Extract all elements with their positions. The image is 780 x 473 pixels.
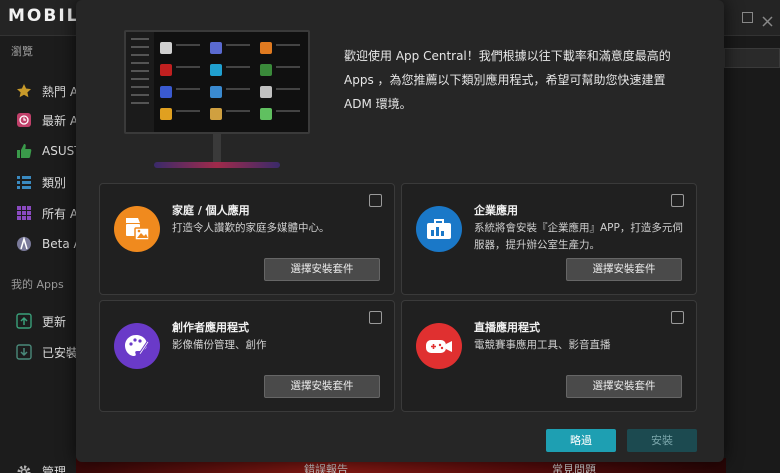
skip-button[interactable]: 略過 [546,429,616,452]
sidebar-item-label: 所有 A [42,206,78,221]
sidebar-item-all-apps[interactable]: 所有 A [16,202,78,224]
card-description: 電競賽事應用工具、影音直播 [474,339,611,351]
card-description: 打造令人讚歎的家庭多媒體中心。 [172,222,330,234]
select-packages-button[interactable]: 選擇安裝套件 [264,375,380,398]
sidebar-item-newest[interactable]: 最新 A [16,109,78,131]
sidebar-item-label: 熱門 A [42,84,78,99]
sidebar-item-label: ASUST [42,144,78,158]
sidebar-footer-label: 管理 [42,465,67,473]
list-icon [17,176,31,189]
briefcase-icon [416,206,462,252]
category-card-creator[interactable]: 創作者應用程式 影像備份管理、創作 選擇安裝套件 [99,300,395,412]
grid-icon [17,206,31,220]
sidebar-item-label: Beta A [42,237,78,251]
beta-icon [17,236,31,251]
card-checkbox[interactable] [369,311,382,324]
card-description: 影像備份管理、創作 [172,339,267,351]
gamepad-icon [416,323,462,369]
card-checkbox[interactable] [369,194,382,207]
gear-icon [17,465,31,473]
hero-monitor-illustration [124,30,310,170]
palette-icon [114,323,160,369]
sidebar-item-installed[interactable]: 已安裝 [16,341,78,363]
sidebar: 瀏覽 熱門 A 最新 A ASUST 類別 所有 A Beta A 我的 App… [0,36,78,473]
update-icon [16,313,32,329]
card-title: 家庭 / 個人應用 [172,204,250,217]
close-icon[interactable] [762,12,773,27]
card-title: 企業應用 [474,204,518,217]
card-checkbox[interactable] [671,311,684,324]
card-description: 系統將會安裝『企業應用』APP，打造多元伺服器，提升辦公室生產力。 [474,222,683,251]
select-packages-button[interactable]: 選擇安裝套件 [566,375,682,398]
welcome-message: 歡迎使用 App Central！我們根據以往下載率和滿意度最高的 Apps ，… [344,49,671,111]
sidebar-item-label: 更新 [42,314,67,329]
sidebar-item-label: 類別 [42,175,67,190]
monitor-screen [124,30,310,134]
background-content-right [724,36,780,473]
background-bottom-text-right: 常見問題 [552,463,596,473]
maximize-icon[interactable] [742,12,753,23]
background-bottom-text-left: 錯誤報告 [304,463,348,473]
background-search-box [724,48,780,68]
select-packages-button[interactable]: 選擇安裝套件 [566,258,682,281]
category-card-streaming[interactable]: 直播應用程式 電競賽事應用工具、影音直播 選擇安裝套件 [401,300,697,412]
sidebar-item-popular[interactable]: 熱門 A [16,80,78,102]
media-icon [114,206,160,252]
sidebar-item-manage[interactable]: 管理 [16,463,66,473]
star-icon [17,84,31,98]
sidebar-section-browse: 瀏覽 [11,45,33,58]
app-central-welcome-dialog: 歡迎使用 App Central！我們根據以往下載率和滿意度最高的 Apps ，… [76,0,724,462]
category-card-home[interactable]: 家庭 / 個人應用 打造令人讚歎的家庭多媒體中心。 選擇安裝套件 [99,183,395,295]
sidebar-item-beta[interactable]: Beta A [16,233,78,255]
clock-icon [17,113,31,127]
sidebar-item-label: 最新 A [42,113,78,128]
card-checkbox[interactable] [671,194,684,207]
card-title: 創作者應用程式 [172,321,249,334]
sidebar-item-label: 已安裝 [42,345,78,360]
sidebar-item-categories[interactable]: 類別 [16,171,78,193]
thumbs-up-icon [17,144,32,158]
sidebar-section-my-apps: 我的 Apps [11,278,64,291]
sidebar-item-update[interactable]: 更新 [16,310,78,332]
install-button[interactable]: 安裝 [627,429,697,452]
installed-icon [16,344,32,360]
sidebar-item-asustor[interactable]: ASUST [16,140,78,162]
category-card-business[interactable]: 企業應用 系統將會安裝『企業應用』APP，打造多元伺服器，提升辦公室生產力。 選… [401,183,697,295]
select-packages-button[interactable]: 選擇安裝套件 [264,258,380,281]
card-title: 直播應用程式 [474,321,540,334]
